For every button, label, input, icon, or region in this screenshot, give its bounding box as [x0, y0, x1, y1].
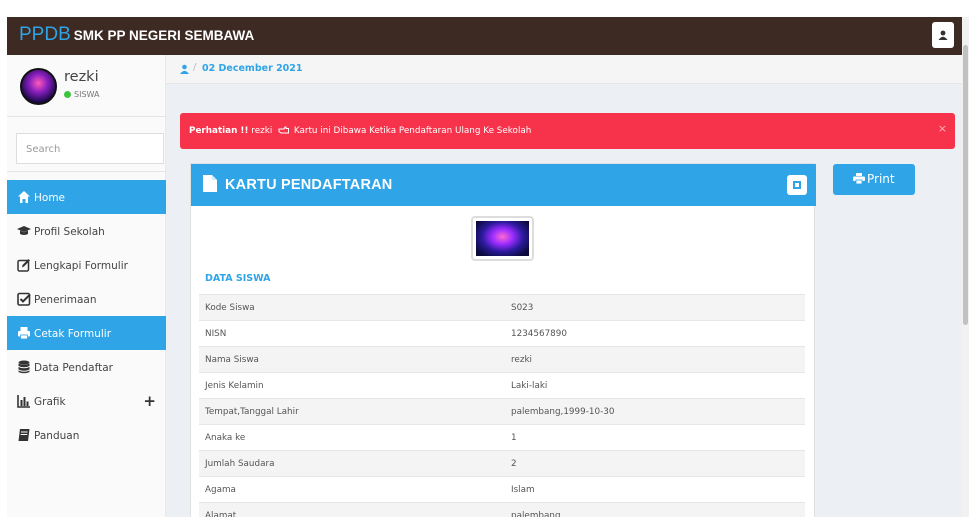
- user-icon: [938, 30, 948, 40]
- field-label: Anaka ke: [199, 424, 505, 451]
- sidebar-item-label: Penerimaan: [34, 294, 97, 306]
- sidebar-item-data-pendaftar[interactable]: Data Pendaftar: [7, 350, 166, 384]
- alert-user: rezki: [251, 126, 273, 136]
- field-value: S023: [505, 294, 805, 321]
- sidebar-item-label: Profil Sekolah: [34, 226, 105, 238]
- field-label: NISN: [199, 320, 505, 347]
- book-icon: [18, 429, 30, 441]
- sidebar-item-panduan[interactable]: Panduan: [7, 418, 166, 452]
- print-icon: [853, 173, 865, 184]
- student-photo: [471, 216, 534, 261]
- user-menu-button[interactable]: [932, 22, 954, 48]
- sidebar-item-label: Panduan: [34, 430, 80, 442]
- user-icon[interactable]: [180, 64, 189, 74]
- user-status: SISWA: [64, 90, 99, 99]
- top-navbar: PPDB SMK PP NEGERI SEMBAWA: [7, 17, 962, 55]
- brand-main: PPDB: [19, 24, 71, 45]
- table-row: Jenis Kelamin Laki-laki: [199, 372, 805, 399]
- sidebar-item-lengkapi-formulir[interactable]: Lengkapi Formulir: [7, 248, 166, 282]
- field-value: 2: [505, 450, 805, 477]
- sidebar-item-label: Cetak Formulir: [34, 328, 112, 340]
- breadcrumb-separator: /: [193, 62, 197, 73]
- photo-image: [476, 221, 529, 256]
- student-data-table: Kode Siswa S023 NISN 1234567890 Nama Siswa re…: [199, 294, 805, 517]
- graduation-cap-icon: [17, 226, 31, 235]
- breadcrumb: / 02 December 2021: [166, 55, 962, 84]
- field-label: Jenis Kelamin: [199, 372, 505, 399]
- maximize-icon: [793, 181, 801, 189]
- sidebar-item-profil-sekolah[interactable]: Profil Sekolah: [7, 214, 166, 248]
- brand-logo[interactable]: PPDB SMK PP NEGERI SEMBAWA: [19, 23, 254, 48]
- avatar: [20, 68, 57, 105]
- user-panel: rezki SISWA: [7, 55, 166, 117]
- field-value: Laki-laki: [505, 372, 805, 399]
- maximize-button[interactable]: [787, 175, 807, 195]
- search-input[interactable]: Search: [16, 133, 164, 164]
- expand-icon[interactable]: +: [143, 392, 156, 410]
- print-icon: [18, 327, 30, 340]
- user-role: SISWA: [74, 90, 100, 99]
- field-label: Jumlah Saudara: [199, 450, 505, 477]
- field-label: Agama: [199, 476, 505, 503]
- print-button[interactable]: Print: [833, 164, 915, 195]
- alert-message: Kartu ini Dibawa Ketika Pendaftaran Ulan…: [293, 126, 532, 136]
- sidebar-item-label: Home: [34, 192, 66, 204]
- field-value: palembang,1999-10-30: [505, 398, 805, 425]
- card-title: KARTU PENDAFTARAN: [225, 177, 393, 193]
- file-icon: [203, 175, 217, 192]
- field-label: Alamat: [199, 502, 505, 517]
- field-value: Islam: [505, 476, 805, 503]
- table-row: Jumlah Saudara 2: [199, 450, 805, 477]
- card-header: KARTU PENDAFTARAN: [191, 164, 816, 206]
- field-value: palembang: [505, 502, 805, 517]
- table-row: Nama Siswa rezki: [199, 346, 805, 373]
- edit-icon: [17, 259, 30, 272]
- section-title: DATA SISWA: [205, 273, 271, 284]
- print-label: Print: [867, 172, 895, 186]
- sidebar-item-label: Grafik: [34, 396, 66, 408]
- alert-banner: Perhatian !! rezki Kartu ini Dibawa Keti…: [180, 113, 955, 149]
- registration-card: KARTU PENDAFTARAN DATA SISWA Kode Siswa S…: [190, 163, 816, 517]
- table-row: Alamat palembang: [199, 502, 805, 517]
- brand-school-name: SMK PP NEGERI SEMBAWA: [73, 28, 255, 43]
- field-value: rezki: [505, 346, 805, 373]
- alert-strong: Perhatian !!: [189, 126, 249, 136]
- home-icon: [18, 191, 30, 203]
- sidebar-item-penerimaan[interactable]: Penerimaan: [7, 282, 166, 316]
- app-window: PPDB SMK PP NEGERI SEMBAWA rezki SISWA Se…: [7, 17, 962, 517]
- sidebar: rezki SISWA Search Home Profil Sekolah L…: [7, 55, 166, 517]
- sidebar-item-home[interactable]: Home: [7, 180, 166, 214]
- online-dot-icon: [64, 91, 71, 98]
- field-label: Kode Siswa: [199, 294, 505, 321]
- field-value: 1: [505, 424, 805, 451]
- table-row: Agama Islam: [199, 476, 805, 503]
- scrollbar-thumb[interactable]: [963, 45, 968, 325]
- field-label: Tempat,Tanggal Lahir: [199, 398, 505, 425]
- check-square-icon: [17, 292, 31, 306]
- bar-chart-icon: [17, 395, 30, 408]
- table-row: NISN 1234567890: [199, 320, 805, 347]
- sidebar-item-grafik[interactable]: Grafik +: [7, 384, 166, 418]
- field-label: Nama Siswa: [199, 346, 505, 373]
- table-row: Tempat,Tanggal Lahir palembang,1999-10-30: [199, 398, 805, 425]
- sidebar-item-label: Data Pendaftar: [34, 362, 113, 374]
- table-row: Kode Siswa S023: [199, 294, 805, 321]
- field-value: 1234567890: [505, 320, 805, 347]
- alert-text: Perhatian !! rezki Kartu ini Dibawa Keti…: [189, 125, 531, 136]
- breadcrumb-date: 02 December 2021: [202, 63, 303, 74]
- hand-point-icon: [278, 126, 290, 134]
- close-icon[interactable]: ×: [938, 122, 947, 135]
- sidebar-item-label: Lengkapi Formulir: [34, 260, 128, 272]
- table-row: Anaka ke 1: [199, 424, 805, 451]
- user-name: rezki: [64, 69, 99, 85]
- database-icon: [18, 360, 30, 374]
- vertical-scrollbar[interactable]: [962, 17, 969, 517]
- sidebar-item-cetak-formulir[interactable]: Cetak Formulir: [7, 316, 166, 350]
- sidebar-search: Search: [7, 117, 166, 172]
